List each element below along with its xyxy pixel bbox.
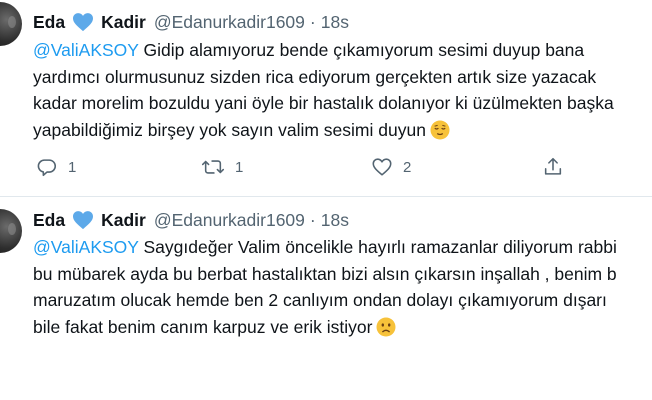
separator-dot: · (309, 12, 316, 32)
like-icon (371, 156, 393, 178)
tweet-actions: 1 1 2 (0, 156, 652, 180)
text-segment: Gidip alamıyoruz bende çıkamıyorum sesim… (138, 40, 585, 60)
text-segment: maruzatım olucak hemde ben 2 canlıyım on… (33, 290, 607, 310)
tweet-text: @ValiAKSOY Gidip alamıyoruz bende çıkamı… (33, 37, 652, 143)
tweet-text-line: maruzatım olucak hemde ben 2 canlıyım on… (33, 287, 652, 314)
text-segment: yardımcı olurmusunuz sizden rica ediyoru… (33, 66, 597, 87)
blue-heart-icon (72, 12, 94, 32)
author-name-first[interactable]: Eda (33, 209, 65, 231)
separator-dot: · (309, 210, 316, 230)
author-name-first[interactable]: Eda (33, 11, 65, 33)
tweet-text-line: bu mübarek ayda bu berbat hastalıktan bi… (33, 261, 652, 288)
blue-heart-icon (72, 210, 94, 230)
text-segment: kadar morelim bozuldu yani öyle bir hast… (33, 93, 614, 113)
tweet-text-line: yardımcı olurmusunuz sizden rica ediyoru… (33, 64, 652, 91)
author-handle[interactable]: @Edanurkadir1609 (154, 11, 305, 33)
timestamp[interactable]: 18s (321, 11, 349, 33)
retweet-count: 1 (235, 158, 244, 176)
text-segment: bile fakat benim canım karpuz ve erik is… (33, 316, 373, 337)
timestamp[interactable]: 18s (321, 209, 349, 231)
mention-link[interactable]: @ValiAKSOY (33, 40, 139, 60)
text-segment: Saygıdeğer Valim öncelikle hayırlı ramaz… (138, 237, 617, 257)
avatar[interactable] (0, 209, 22, 253)
relieved-face-icon (430, 120, 450, 148)
share-button[interactable] (542, 156, 564, 178)
like-count: 2 (403, 158, 412, 176)
avatar[interactable] (0, 2, 22, 46)
tweet-header: Eda Kadir @Edanurkadir1609 · 18s (33, 11, 349, 33)
author-handle[interactable]: @Edanurkadir1609 (154, 209, 305, 231)
mention-link[interactable]: @ValiAKSOY (33, 237, 139, 257)
tweet[interactable]: Eda Kadir @Edanurkadir1609 · 18s @ValiAK… (0, 197, 652, 400)
text-segment: yapabildiğimiz birşey yok sayın valim se… (33, 119, 426, 140)
tweet-text-line: bile fakat benim canım karpuz ve erik is… (33, 314, 652, 341)
reply-button[interactable]: 1 (36, 156, 76, 178)
tweet-text-line: @ValiAKSOY Gidip alamıyoruz bende çıkamı… (33, 37, 652, 64)
share-icon (542, 156, 564, 178)
author-name-second[interactable]: Kadir (101, 209, 146, 231)
reply-count: 1 (68, 158, 77, 176)
frowning-face-icon (376, 317, 396, 345)
tweet-text: @ValiAKSOY Saygıdeğer Valim öncelikle ha… (33, 234, 652, 340)
text-segment: bu mübarek ayda bu berbat hastalıktan bi… (33, 263, 617, 284)
tweet-header: Eda Kadir @Edanurkadir1609 · 18s (33, 209, 349, 231)
reply-icon (36, 156, 58, 178)
author-name-second[interactable]: Kadir (101, 11, 146, 33)
retweet-button[interactable]: 1 (201, 156, 243, 178)
tweet-text-line: yapabildiğimiz birşey yok sayın valim se… (33, 117, 652, 144)
like-button[interactable]: 2 (371, 156, 411, 178)
retweet-icon (201, 156, 225, 178)
tweet-text-line: @ValiAKSOY Saygıdeğer Valim öncelikle ha… (33, 234, 652, 261)
tweet[interactable]: Eda Kadir @Edanurkadir1609 · 18s @ValiAK… (0, 0, 652, 196)
tweet-text-line: kadar morelim bozuldu yani öyle bir hast… (33, 90, 652, 117)
